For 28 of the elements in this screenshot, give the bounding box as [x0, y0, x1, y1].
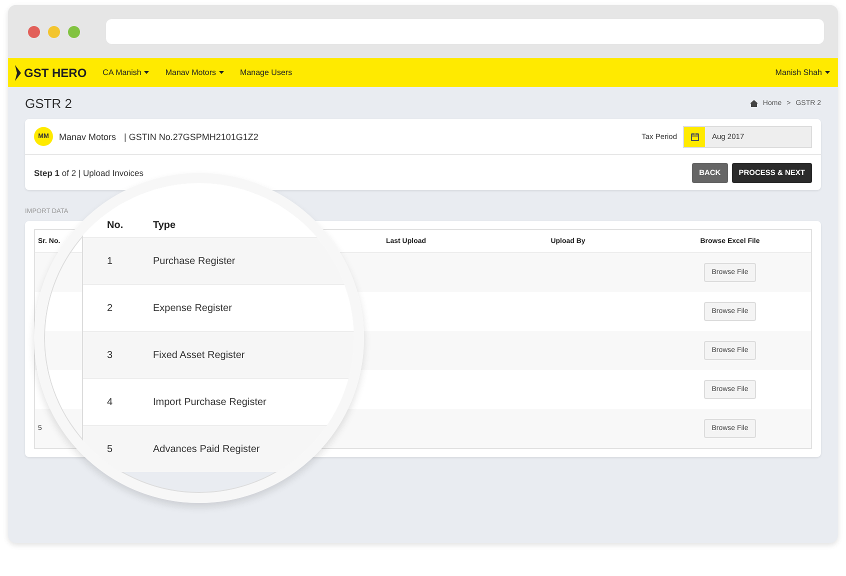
nav-menu-item[interactable]: CA Manish [102, 68, 150, 77]
gstin-number: | GSTIN No.27GSPMH2101G1Z2 [124, 132, 258, 142]
table-cell-text: 3 [107, 350, 114, 360]
column-header: No. [107, 220, 124, 231]
window-control-dot[interactable] [68, 26, 80, 38]
table-cell-text: Expense Register [153, 302, 233, 314]
step-indicator: Step 1 of 2 | Upload Invoices [34, 168, 144, 178]
logo-icon [14, 64, 21, 80]
table-cell-text: 4 [107, 396, 114, 408]
table-cell-text: 5 [107, 444, 114, 454]
user-menu[interactable]: Manish Shah [775, 68, 830, 77]
column-header: Type [153, 220, 177, 231]
address-bar[interactable] [106, 19, 824, 44]
window-control-dot[interactable] [48, 26, 60, 38]
page-title: GSTR 2 [25, 96, 72, 110]
brand-name[interactable]: GST HERO [24, 66, 87, 80]
nav-menu-item[interactable]: Manav Motors [165, 68, 224, 77]
home-icon [750, 100, 758, 106]
calendar-icon[interactable] [690, 132, 698, 140]
table-cell-text: 1 [107, 256, 114, 266]
table-cell-text: Purchase Register [153, 256, 236, 266]
company-name: Manav Motors [59, 132, 116, 142]
table-cell-text: Advances Paid Register [153, 444, 261, 454]
nav-menu-item[interactable]: Manage Users [240, 68, 292, 77]
table-cell-text: 2 [107, 302, 114, 314]
table-cell-text: Fixed Asset Register [153, 350, 246, 360]
window-control-dot[interactable] [28, 26, 40, 38]
table-cell-text: Import Purchase Register [153, 396, 268, 408]
